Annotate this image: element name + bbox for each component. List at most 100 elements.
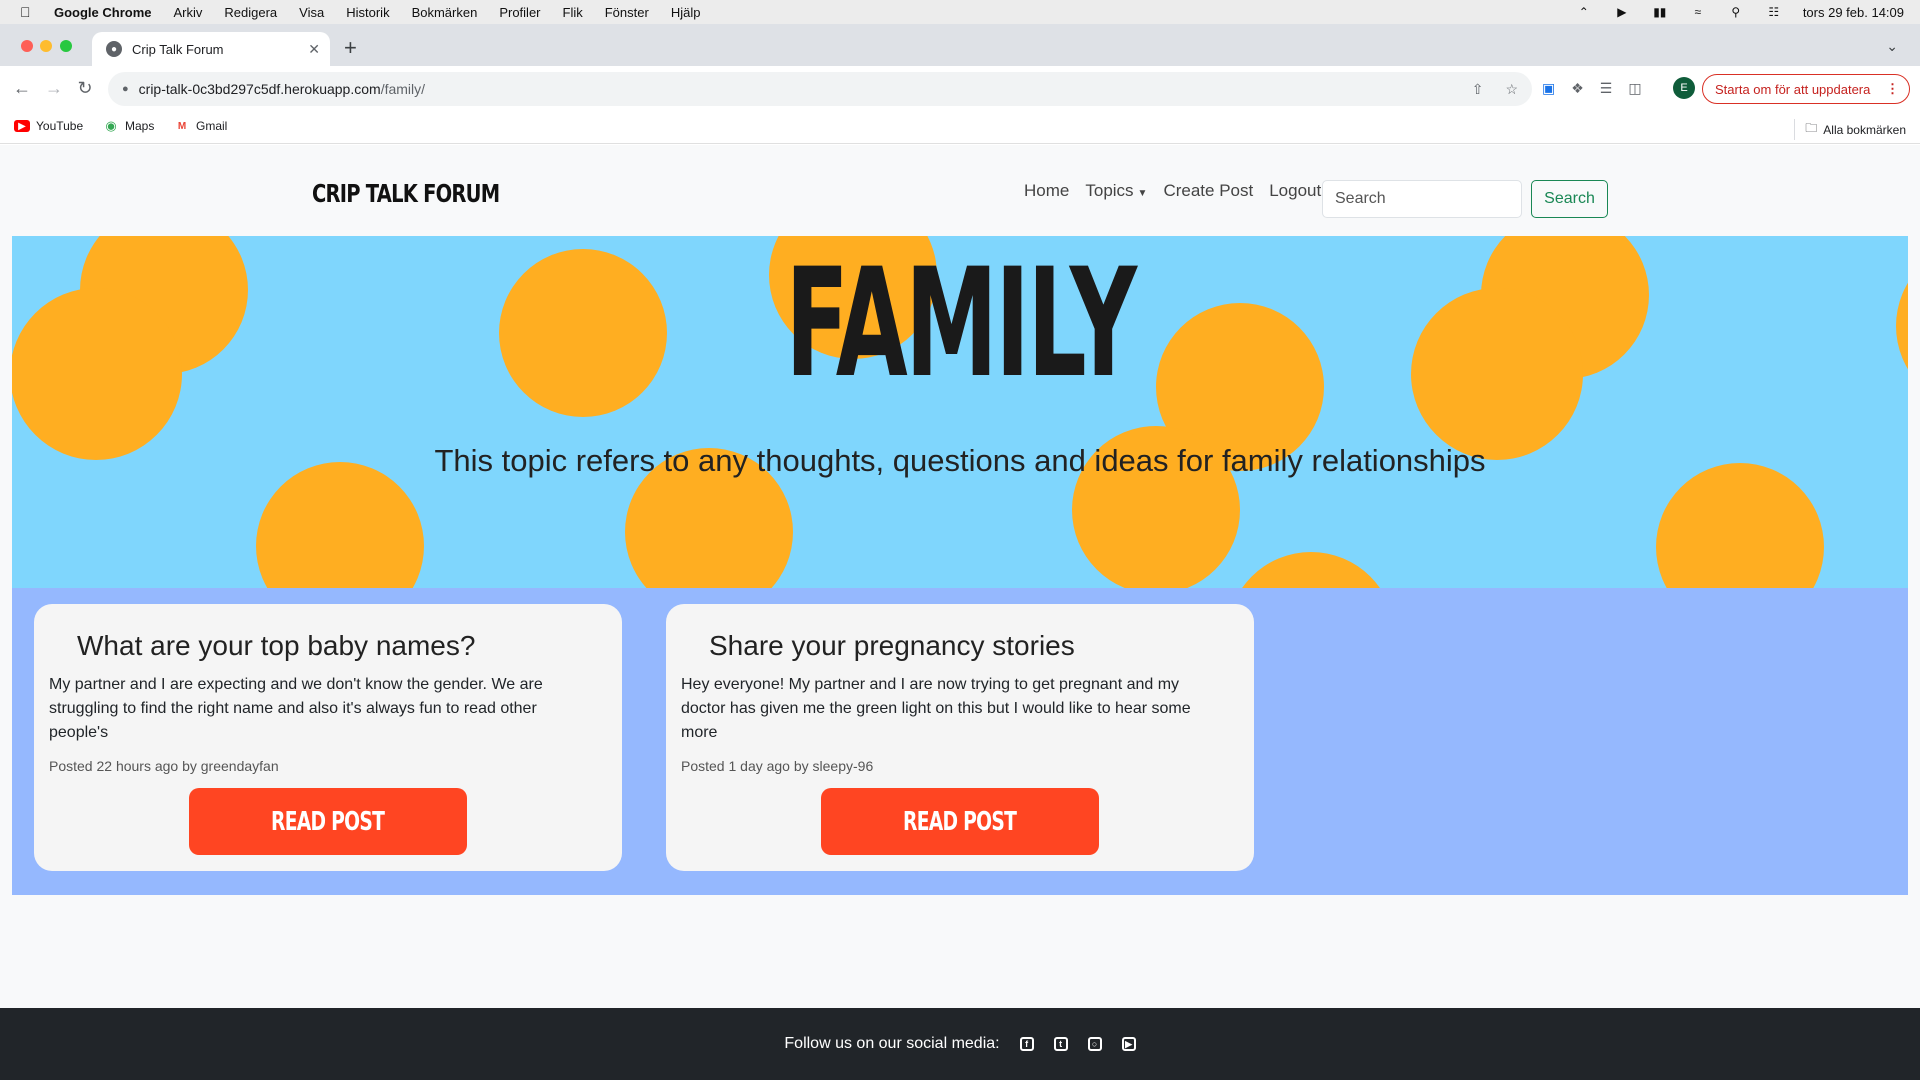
spotlight-icon[interactable]: ⚲ bbox=[1727, 5, 1745, 19]
menu-app-name[interactable]: Google Chrome bbox=[54, 5, 152, 20]
all-bookmarks-label: Alla bokmärken bbox=[1823, 122, 1906, 137]
media-control-icon[interactable]: ☰ bbox=[1600, 80, 1613, 97]
menu-bokmarken[interactable]: Bokmärken bbox=[412, 5, 478, 20]
extension-s-icon[interactable]: ▣ bbox=[1542, 80, 1555, 97]
browser-tab-active[interactable]: ● Crip Talk Forum ✕ bbox=[92, 32, 330, 66]
side-panel-icon[interactable]: ◫ bbox=[1628, 80, 1641, 97]
menu-fonster[interactable]: Fönster bbox=[605, 5, 649, 20]
decor-circle bbox=[1896, 242, 1908, 410]
bookmarks-bar: ▶ YouTube ◉ Maps M Gmail 🗀 Alla bokmärke… bbox=[0, 110, 1920, 144]
topic-description: This topic refers to any thoughts, quest… bbox=[434, 443, 1486, 478]
address-bar[interactable]: ● crip-talk-0c3bd297c5df.herokuapp.com/f… bbox=[108, 72, 1532, 106]
menu-historik[interactable]: Historik bbox=[346, 5, 389, 20]
caret-down-icon: ▼ bbox=[1137, 188, 1148, 199]
read-post-button[interactable]: READ POST bbox=[189, 788, 467, 855]
facebook-icon[interactable]: f bbox=[1019, 1037, 1034, 1051]
decor-circle bbox=[256, 462, 424, 588]
site-brand-logo[interactable]: CRIP TALK FORUM bbox=[312, 179, 500, 208]
post-card: Share your pregnancy stories Hey everyon… bbox=[666, 604, 1254, 871]
reload-icon[interactable]: ↻ bbox=[73, 76, 97, 100]
update-label: Starta om för att uppdatera bbox=[1715, 81, 1871, 97]
nav-home-link[interactable]: Home bbox=[1024, 181, 1069, 201]
menu-visa[interactable]: Visa bbox=[299, 5, 324, 20]
post-title: Share your pregnancy stories bbox=[709, 630, 1075, 661]
apple-icon[interactable]:  bbox=[20, 4, 36, 20]
window-zoom-button[interactable] bbox=[60, 40, 72, 52]
twitter-icon[interactable]: t bbox=[1053, 1037, 1068, 1051]
wifi-icon[interactable]: ≈ bbox=[1689, 5, 1707, 19]
lock-icon[interactable]: ● bbox=[122, 83, 129, 95]
nav-topics-dropdown[interactable]: Topics ▼ bbox=[1085, 181, 1147, 201]
site-favicon-icon: ● bbox=[106, 41, 122, 57]
browser-toolbar: ← → ↻ ● crip-talk-0c3bd297c5df.herokuapp… bbox=[0, 66, 1920, 110]
status-area: ⌃ ▶ ▮▮ ≈ ⚲ ☷ tors 29 feb. 14:09 bbox=[1575, 0, 1904, 24]
nav-logout-link[interactable]: Logout bbox=[1269, 181, 1321, 201]
bookmark-label: YouTube bbox=[36, 119, 84, 133]
social-icons: f t ○ ▶ bbox=[1019, 1037, 1136, 1051]
browser-tabstrip: ● Crip Talk Forum ✕ + ⌄ bbox=[0, 24, 1920, 66]
menu-flik[interactable]: Flik bbox=[563, 5, 583, 20]
extensions-puzzle-icon[interactable]: ❖ bbox=[1571, 80, 1584, 97]
site-search-input[interactable] bbox=[1322, 180, 1522, 218]
decor-circle bbox=[1227, 552, 1395, 588]
site-navbar: CRIP TALK FORUM Home Topics ▼ Create Post… bbox=[0, 145, 1920, 235]
youtube-icon: ▶ bbox=[14, 120, 30, 132]
post-list: What are your top baby names? My partner… bbox=[12, 588, 1908, 895]
gmail-icon: M bbox=[177, 120, 187, 132]
play-icon[interactable]: ▶ bbox=[1613, 5, 1631, 19]
instagram-icon[interactable]: ○ bbox=[1087, 1037, 1102, 1051]
control-center-icon[interactable]: ☷ bbox=[1765, 5, 1783, 19]
battery-icon[interactable]: ▮▮ bbox=[1651, 5, 1669, 19]
post-meta: Posted 1 day ago by sleepy-96 bbox=[681, 758, 874, 774]
nav-create-post-link[interactable]: Create Post bbox=[1163, 181, 1253, 201]
maps-pin-icon: ◉ bbox=[105, 118, 117, 133]
post-title: What are your top baby names? bbox=[77, 630, 476, 661]
share-icon[interactable]: ⇧ bbox=[1472, 81, 1484, 98]
post-meta: Posted 22 hours ago by greendayfan bbox=[49, 758, 279, 774]
restart-to-update-button[interactable]: Starta om för att uppdatera ⋮ bbox=[1702, 74, 1910, 104]
bookmark-youtube[interactable]: ▶ YouTube bbox=[14, 119, 83, 133]
tab-search-chevron-icon[interactable]: ⌄ bbox=[1886, 38, 1898, 55]
topic-title: FAMILY bbox=[785, 237, 1137, 411]
window-minimize-button[interactable] bbox=[40, 40, 52, 52]
bookmark-label: Gmail bbox=[196, 119, 228, 133]
menu-profiler[interactable]: Profiler bbox=[499, 5, 540, 20]
all-bookmarks-button[interactable]: 🗀 Alla bokmärken bbox=[1794, 119, 1906, 140]
read-post-label: READ POST bbox=[903, 806, 1017, 837]
menu-hjalp[interactable]: Hjälp bbox=[671, 5, 701, 20]
menu-arkiv[interactable]: Arkiv bbox=[174, 5, 203, 20]
os-menubar:  Google Chrome Arkiv Redigera Visa Hist… bbox=[0, 0, 1920, 24]
post-card: What are your top baby names? My partner… bbox=[34, 604, 622, 871]
back-arrow-icon[interactable]: ← bbox=[10, 76, 34, 100]
read-post-label: READ POST bbox=[271, 806, 385, 837]
footer-social-text: Follow us on our social media: bbox=[784, 1035, 1000, 1052]
tab-title: Crip Talk Forum bbox=[132, 41, 224, 57]
extensions-area: ▣ ❖ ☰ ◫ bbox=[1542, 80, 1642, 97]
decor-circle bbox=[1656, 463, 1824, 588]
youtube-icon[interactable]: ▶ bbox=[1121, 1037, 1136, 1051]
decor-circle bbox=[12, 288, 182, 460]
folder-icon: 🗀 bbox=[1805, 121, 1818, 135]
profile-avatar[interactable]: E bbox=[1673, 77, 1695, 99]
post-excerpt: Hey everyone! My partner and I are now t… bbox=[681, 676, 1191, 741]
menu-redigera[interactable]: Redigera bbox=[224, 5, 277, 20]
window-close-button[interactable] bbox=[21, 40, 33, 52]
bookmark-star-icon[interactable]: ☆ bbox=[1505, 81, 1518, 98]
bookmark-gmail[interactable]: M Gmail bbox=[174, 119, 228, 133]
bookmark-maps[interactable]: ◉ Maps bbox=[103, 118, 155, 133]
nav-links: Home Topics ▼ Create Post Logout bbox=[1024, 181, 1337, 201]
url-path: /family/ bbox=[380, 81, 426, 97]
new-tab-icon[interactable]: + bbox=[344, 37, 357, 59]
tab-close-icon[interactable]: ✕ bbox=[308, 41, 320, 58]
read-post-button[interactable]: READ POST bbox=[821, 788, 1099, 855]
menubar-clock[interactable]: tors 29 feb. 14:09 bbox=[1803, 5, 1904, 20]
forward-arrow-icon[interactable]: → bbox=[42, 76, 66, 100]
airplay-icon[interactable]: ⌃ bbox=[1575, 5, 1593, 19]
topic-hero: FAMILY This topic refers to any thoughts… bbox=[12, 236, 1908, 588]
web-page: CRIP TALK FORUM Home Topics ▼ Create Post… bbox=[0, 145, 1920, 1080]
post-excerpt: My partner and I are expecting and we do… bbox=[49, 676, 543, 741]
site-search-button[interactable]: Search bbox=[1531, 180, 1608, 218]
bookmark-label: Maps bbox=[125, 119, 155, 133]
more-menu-icon[interactable]: ⋮ bbox=[1886, 81, 1899, 97]
nav-topics-label: Topics bbox=[1085, 181, 1134, 200]
